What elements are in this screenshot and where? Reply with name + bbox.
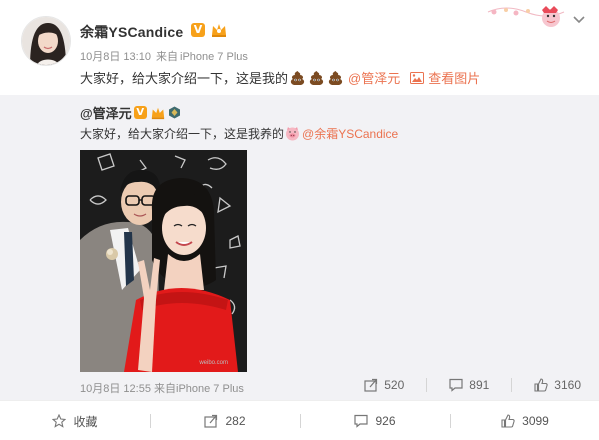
pig-emoji-icon (286, 127, 300, 141)
original-like-count: 3160 (554, 378, 581, 392)
original-comment-count: 891 (469, 378, 490, 392)
reposted-content: @管泽元 V 大家好，给大家介绍一下，这是我养的 @余霜YSCandice we… (0, 95, 599, 400)
member-crown-icon[interactable] (210, 22, 228, 38)
selfie-photo[interactable]: weibo.com (80, 150, 247, 372)
post-meta: 10月8日 13:10 来自 iPhone 7 Plus (80, 48, 250, 64)
comment-icon (449, 378, 463, 392)
post-header: 余霜YSCandice V 10月8日 13:10 来自 iPhone 7 Plu… (0, 0, 599, 95)
favorite-label: 收藏 (73, 414, 98, 429)
view-photo-label: 查看图片 (428, 71, 481, 86)
post-source-prefix: 来自 (156, 51, 178, 63)
mention-link[interactable]: @管泽元 (348, 68, 400, 87)
original-repost-count: 520 (384, 378, 405, 392)
repost-count: 282 (225, 414, 246, 428)
original-repost-button[interactable]: 520 (364, 378, 404, 392)
repost-button[interactable]: 282 (150, 401, 300, 440)
member-crown-icon[interactable] (150, 106, 166, 120)
image-icon (410, 71, 425, 84)
avatar[interactable] (21, 16, 71, 66)
view-photo-link[interactable]: 查看图片 (410, 68, 480, 87)
post-source[interactable]: iPhone 7 Plus (180, 51, 248, 63)
star-icon (52, 414, 67, 428)
post-date[interactable]: 10月8日 13:10 (80, 51, 151, 63)
poop-emoji-icon (290, 70, 305, 85)
comment-icon (354, 414, 369, 428)
original-body: 大家好，给大家介绍一下，这是我养的 (80, 127, 285, 141)
post-action-bar: 收藏 282 926 3099 (0, 400, 599, 440)
original-like-button[interactable]: 3160 (534, 378, 581, 392)
card-decoration-icon (487, 6, 565, 27)
verified-badge: V (133, 106, 147, 119)
repost-icon (204, 414, 218, 428)
original-source-prefix: 来自 (154, 383, 176, 395)
verified-badge: V (191, 23, 205, 37)
mention-link[interactable]: @余霜YSCandice (302, 125, 398, 142)
comment-button[interactable]: 926 (300, 401, 450, 440)
favorite-button[interactable]: 收藏 (0, 401, 150, 440)
like-count: 3099 (522, 414, 549, 428)
original-source[interactable]: iPhone 7 Plus (176, 383, 244, 395)
poop-emoji-icon (328, 70, 343, 85)
original-author-name[interactable]: @管泽元 (80, 103, 132, 122)
poop-emoji-icon (309, 70, 324, 85)
original-date[interactable]: 10月8日 12:55 (80, 383, 151, 395)
game-badge-icon[interactable] (168, 106, 181, 119)
post-text: 大家好，给大家介绍一下，这是我的 @管泽元 查看图片 (80, 68, 480, 87)
original-meta: 10月8日 12:55 来自iPhone 7 Plus (80, 380, 244, 396)
svg-text:weibo.com: weibo.com (198, 360, 228, 366)
comment-count: 926 (375, 414, 396, 428)
like-button[interactable]: 3099 (450, 401, 599, 440)
original-text: 大家好，给大家介绍一下，这是我养的 @余霜YSCandice (80, 125, 398, 142)
chevron-down-icon[interactable] (573, 16, 585, 24)
thumbs-up-icon (534, 378, 548, 392)
original-author: @管泽元 V (80, 103, 181, 122)
divider (426, 378, 428, 392)
original-comment-button[interactable]: 891 (449, 378, 489, 392)
post-body: 大家好，给大家介绍一下，这是我的 (80, 71, 289, 86)
author-name[interactable]: 余霜YSCandice (80, 22, 183, 42)
thumbs-up-icon (501, 414, 515, 428)
original-action-stats: 520 891 3160 (342, 378, 581, 392)
divider (511, 378, 513, 392)
repost-icon (364, 378, 378, 392)
